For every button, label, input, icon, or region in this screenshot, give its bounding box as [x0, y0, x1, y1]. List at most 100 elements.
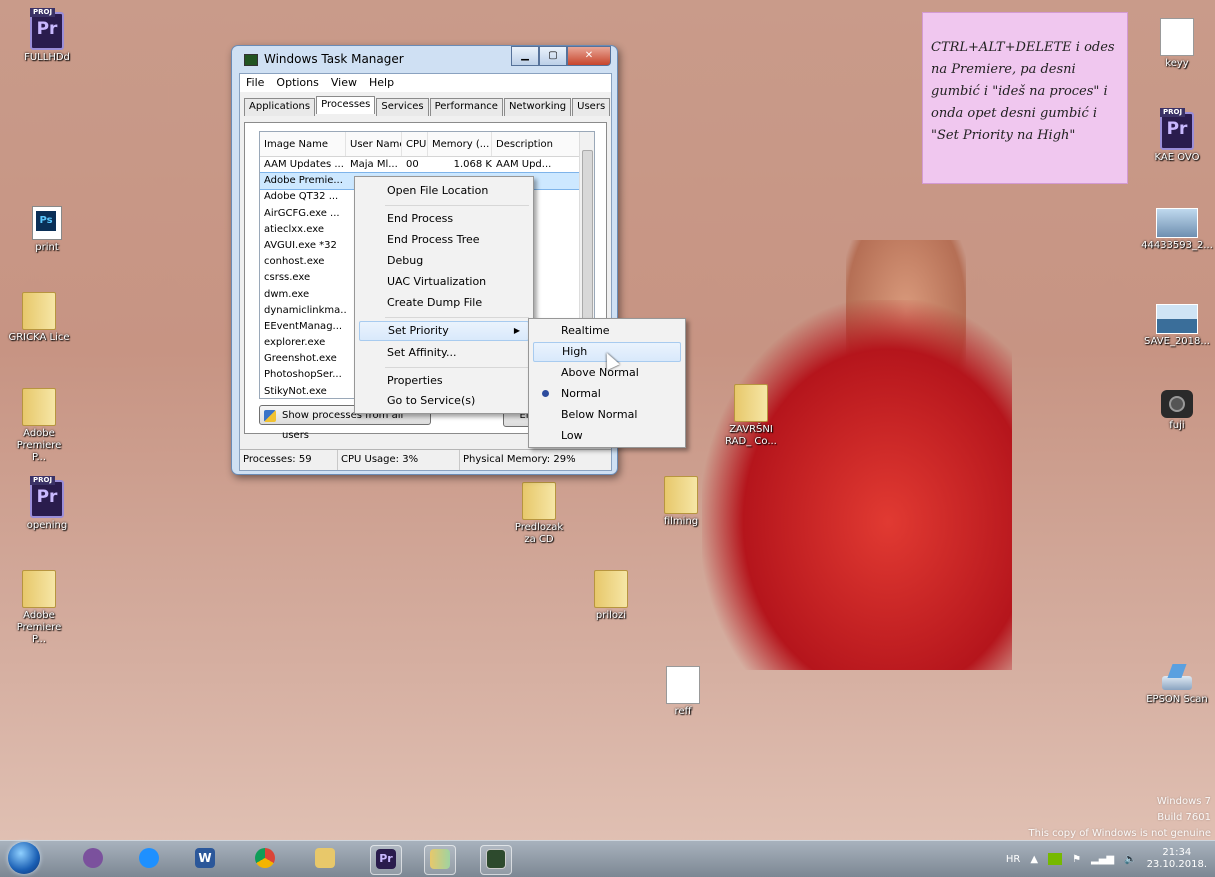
window-title: Windows Task Manager — [244, 52, 404, 66]
table-cell: AAM Upd... — [496, 159, 552, 170]
table-cell: Greenshot.exe — [264, 353, 337, 365]
desktop-icon-filming[interactable]: filming — [642, 476, 720, 528]
priority-realtime[interactable]: Realtime — [533, 321, 681, 341]
desktop-icon-prilozi[interactable]: prilozi — [572, 570, 650, 622]
tab-applications[interactable]: Applications — [244, 98, 316, 116]
desktop-icon-predlozak[interactable]: Predlozak za CD — [500, 482, 578, 546]
table-cell: AAM Updates ... — [264, 159, 344, 170]
status-cpu: CPU Usage: 3% — [338, 450, 460, 470]
nvidia-icon[interactable] — [1048, 853, 1063, 865]
system-tray: HR ▲ ⚑ ▂▄▆ 🔈 21:34 23.10.2018. — [1006, 841, 1207, 877]
desktop-icon-label: Adobe Premiere P... — [16, 428, 62, 463]
menu-item-set-priority[interactable]: Set Priority ▶ — [359, 321, 529, 341]
network-signal-icon[interactable]: ▂▄▆ — [1091, 854, 1114, 865]
tab-strip: Applications Processes Services Performa… — [244, 96, 611, 116]
desktop-icon-label: SAVE_2018... — [1144, 336, 1210, 347]
desktop-icon-print[interactable]: Ps print — [8, 206, 86, 254]
desktop-icon-photo-44433593[interactable]: 44433593_2... — [1138, 208, 1215, 252]
sticky-note[interactable]: CTRL+ALT+DELETE i odes na Premiere, pa d… — [922, 12, 1128, 184]
premiere-project-icon: PROJ Pr — [30, 8, 64, 50]
menu-file[interactable]: File — [246, 74, 264, 92]
desktop-icon-save-2018[interactable]: SAVE_2018... — [1138, 304, 1215, 348]
action-center-flag-icon[interactable]: ⚑ — [1072, 854, 1081, 865]
desktop: PROJ Pr FULLHDd Ps print GRICKA Lice Adob… — [0, 0, 1215, 876]
scrollbar-thumb[interactable] — [582, 150, 593, 332]
priority-below-normal[interactable]: Below Normal — [533, 405, 681, 425]
desktop-icon-gricka-lice[interactable]: GRICKA Lice — [0, 292, 78, 344]
image-thumbnail-icon — [1156, 304, 1198, 334]
tab-performance[interactable]: Performance — [429, 98, 503, 116]
taskbar-task-manager-icon[interactable] — [480, 845, 512, 875]
tab-services[interactable]: Services — [376, 98, 429, 116]
menu-item-create-dump-file[interactable]: Create Dump File — [359, 293, 529, 313]
desktop-icon-adobe-premiere-2[interactable]: Adobe Premiere P... — [0, 570, 78, 646]
table-row[interactable]: AAM Updates ... Maja Ml... 00 1.068 K AAM Up… — [260, 157, 594, 173]
menu-item-uac-virtualization[interactable]: UAC Virtualization — [359, 272, 529, 292]
taskbar-word-icon[interactable]: W — [190, 845, 220, 873]
desktop-icon-adobe-premiere-1[interactable]: Adobe Premiere P... — [0, 388, 78, 464]
priority-normal[interactable]: Normal — [533, 384, 681, 404]
taskbar-windows-explorer-icon[interactable] — [424, 845, 456, 875]
folder-icon — [22, 292, 56, 330]
watermark-build: Build 7601 — [1157, 812, 1211, 823]
watermark-windows: Windows 7 — [1156, 796, 1211, 807]
show-hidden-icons-icon[interactable]: ▲ — [1030, 854, 1038, 865]
desktop-icon-kae-ovo[interactable]: PROJ Pr KAE OVO — [1138, 108, 1215, 164]
desktop-icon-reff[interactable]: reff — [644, 666, 722, 718]
folder-icon — [522, 482, 556, 520]
clock[interactable]: 21:34 23.10.2018. — [1147, 847, 1207, 871]
tab-processes[interactable]: Processes — [316, 96, 376, 114]
menu-item-end-process-tree[interactable]: End Process Tree — [359, 230, 529, 250]
taskbar-chrome-icon[interactable] — [250, 845, 280, 873]
tab-networking[interactable]: Networking — [503, 98, 572, 116]
volume-icon[interactable]: 🔈 — [1124, 854, 1136, 865]
menu-item-set-affinity[interactable]: Set Affinity... — [359, 343, 529, 363]
column-image-name[interactable]: Image Name — [260, 132, 346, 156]
minimize-button[interactable]: ▁ — [511, 46, 539, 66]
radio-selected-icon — [542, 390, 549, 397]
menu-help[interactable]: Help — [369, 74, 394, 92]
table-cell: AVGUI.exe *32 — [264, 239, 337, 251]
column-user-name[interactable]: User Name — [346, 132, 402, 156]
menu-item-properties[interactable]: Properties — [359, 371, 529, 391]
tab-users[interactable]: Users — [572, 98, 611, 116]
taskbar-explorer-icon[interactable] — [310, 845, 340, 873]
desktop-icon-label: FULLHDd — [24, 52, 70, 63]
taskbar-messenger-icon[interactable] — [134, 845, 164, 873]
priority-low[interactable]: Low — [533, 426, 681, 446]
menu-item-go-to-services[interactable]: Go to Service(s) — [359, 391, 529, 411]
menu-view[interactable]: View — [331, 74, 357, 92]
table-cell: 1.068 K — [453, 159, 492, 170]
maximize-button[interactable]: ▢ — [539, 46, 567, 66]
table-cell: conhost.exe — [264, 256, 325, 268]
folder-icon — [664, 476, 698, 514]
desktop-icon-fullhdd[interactable]: PROJ Pr FULLHDd — [8, 8, 86, 64]
desktop-icon-fuji[interactable]: fuji — [1138, 390, 1215, 432]
desktop-icon-label: 44433593_2... — [1141, 240, 1213, 251]
desktop-icon-label: KAE OVO — [1154, 152, 1200, 163]
desktop-icon-opening[interactable]: PROJ Pr opening — [8, 476, 86, 532]
image-thumbnail-icon — [1156, 208, 1198, 238]
taskbar-viber-icon[interactable] — [78, 845, 108, 873]
desktop-icon-zavrsni-rad[interactable]: ZAVRŠNI RAD_ Co... — [712, 384, 790, 448]
start-button[interactable] — [8, 842, 40, 874]
column-description[interactable]: Description — [492, 132, 578, 156]
table-cell: PhotoshopSer... — [264, 369, 342, 381]
desktop-icon-epson-scan[interactable]: EPSON Scan — [1138, 662, 1215, 706]
desktop-icon-label: ZAVRŠNI RAD_ Co... — [725, 424, 777, 447]
menu-item-end-process[interactable]: End Process — [359, 209, 529, 229]
table-cell: 00 — [406, 159, 419, 170]
column-memory[interactable]: Memory (... — [428, 132, 492, 156]
menu-separator — [385, 367, 529, 368]
column-cpu[interactable]: CPU — [402, 132, 428, 156]
desktop-icon-keyy[interactable]: keyy — [1138, 18, 1215, 70]
premiere-project-icon: PROJ Pr — [1160, 108, 1194, 150]
menu-options[interactable]: Options — [276, 74, 318, 92]
language-indicator[interactable]: HR — [1006, 854, 1020, 865]
process-list-header: Image Name User Name CPU Memory (... Des… — [260, 132, 594, 157]
menu-item-open-file-location[interactable]: Open File Location — [359, 181, 529, 201]
close-button[interactable]: ✕ — [567, 46, 611, 66]
taskbar-premiere-icon[interactable]: Pr — [370, 845, 402, 875]
camera-icon — [1161, 390, 1193, 418]
menu-item-debug[interactable]: Debug — [359, 251, 529, 271]
